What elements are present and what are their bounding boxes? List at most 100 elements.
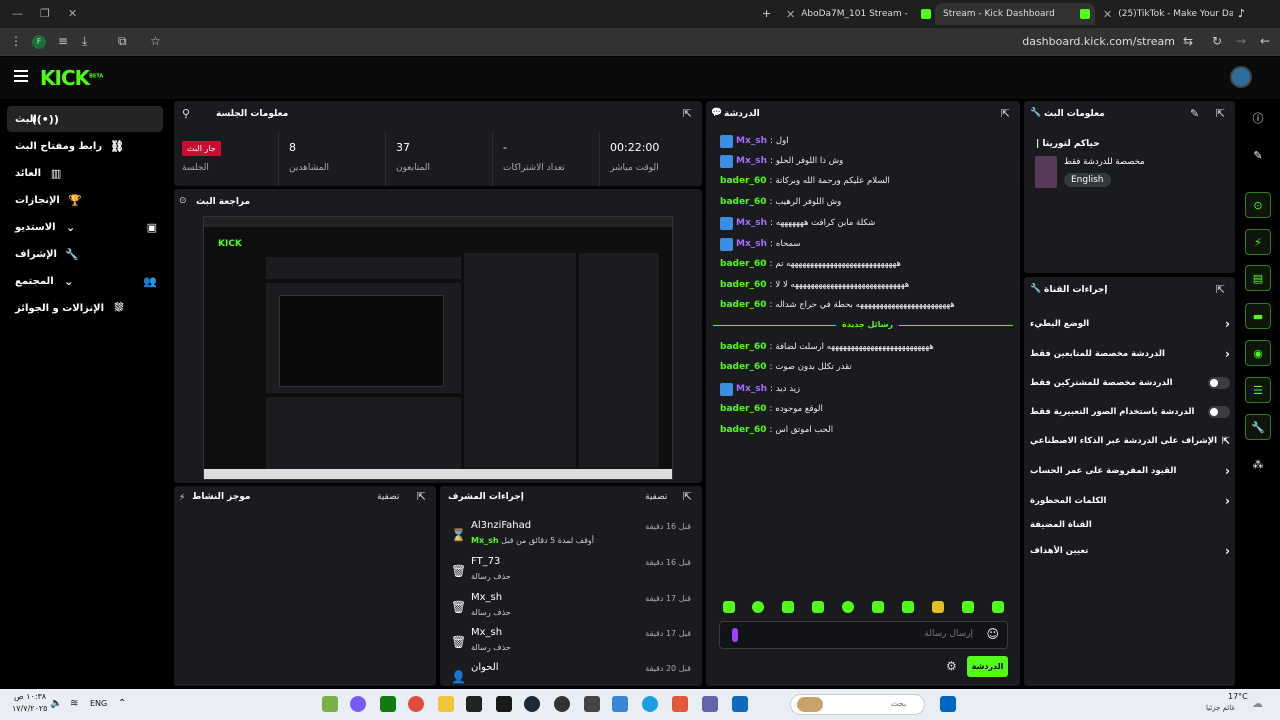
popout-icon[interactable]: ⇱	[417, 490, 426, 503]
edge-icon[interactable]	[642, 696, 658, 712]
entry-moderator[interactable]: Mx_sh	[471, 536, 499, 545]
chat-username[interactable]: bader_60	[720, 176, 767, 186]
add-widget-icon[interactable]: ⁂	[1245, 451, 1271, 477]
chat-username[interactable]: bader_60	[720, 300, 767, 310]
tab-search-icon[interactable]: ≡	[58, 34, 68, 48]
chat-settings-gear-icon[interactable]: ⚙	[946, 659, 957, 673]
close-window-icon[interactable]: ✕	[68, 7, 77, 20]
forward-icon[interactable]: →	[1236, 34, 1246, 48]
emoji-icon[interactable]: ☺	[986, 627, 999, 641]
filter-button[interactable]: تصفية	[645, 492, 667, 502]
toggle-switch[interactable]	[1208, 377, 1230, 389]
sidebar-item-studio[interactable]: ⌄ الاستديو ▣	[7, 214, 163, 240]
emote-icon[interactable]	[962, 601, 974, 613]
chat-panel-toggle-icon[interactable]: ▬	[1245, 303, 1271, 329]
epic-games-icon[interactable]	[466, 696, 482, 712]
chat-username[interactable]: bader_60	[720, 425, 767, 435]
chat-username[interactable]: bader_60	[720, 404, 767, 414]
popout-icon[interactable]: ⇱	[683, 490, 692, 503]
popout-icon[interactable]: ⇱	[1216, 107, 1225, 120]
chrome-icon[interactable]	[408, 696, 424, 712]
mic-icon[interactable]	[732, 628, 738, 642]
taskbar-app-icon[interactable]	[322, 696, 338, 712]
chat-username[interactable]: Mx_sh	[736, 239, 767, 249]
sidebar-item-drops[interactable]: ⛆ الإنزالات و الجوائز	[7, 295, 163, 321]
tab-watch[interactable]: ✕ AboDa7M_101 Stream - Watch	[786, 3, 911, 25]
bookmark-star-icon[interactable]: ☆	[150, 34, 161, 48]
preview-panel-toggle-icon[interactable]: ⊙	[1245, 192, 1271, 218]
emote-icon[interactable]	[872, 601, 884, 613]
weather-status[interactable]: غائم جزئيا	[1206, 704, 1235, 712]
emote-icon[interactable]	[842, 601, 854, 613]
language-indicator[interactable]: ENG	[90, 699, 107, 708]
wrench-panel-toggle-icon[interactable]: 🔧	[1245, 414, 1271, 440]
sidebar-item-revenue[interactable]: ▥ العائد	[7, 160, 163, 186]
entry-user[interactable]: الحوان	[471, 662, 499, 673]
sidebar-item-achievements[interactable]: 🏆 الإنجازات	[7, 187, 163, 213]
weather-temp[interactable]: 17°C	[1228, 692, 1248, 701]
store-icon[interactable]	[612, 696, 628, 712]
emote-icon[interactable]	[932, 601, 944, 613]
channel-action-ai-moderation[interactable]: الإشراف على الدردشة عبر الذكاء الاصطناعي…	[1030, 428, 1230, 454]
channel-action-followers-only[interactable]: الدردشة مخصصة للمتابعين فقط ›	[1030, 341, 1230, 367]
download-icon[interactable]: ⤓	[82, 34, 87, 49]
chat-username[interactable]: Mx_sh	[736, 136, 767, 146]
edit-icon[interactable]: ✎	[1245, 142, 1271, 168]
entry-user[interactable]: Mx_sh	[471, 592, 502, 603]
discord-icon[interactable]	[350, 696, 366, 712]
category-thumbnail[interactable]	[1035, 156, 1057, 188]
send-chat-button[interactable]: الدردشة	[967, 656, 1008, 677]
info-icon[interactable]: ⓘ	[1245, 105, 1271, 131]
clock-date[interactable]: ١٧/٧/٢٠٢٥	[12, 704, 47, 713]
close-tab-icon[interactable]: ✕	[786, 8, 795, 21]
file-explorer-icon[interactable]	[438, 696, 454, 712]
channel-action-set-goals[interactable]: تعيين الأهداف ›	[1030, 538, 1230, 564]
notes-panel-toggle-icon[interactable]: ▤	[1245, 265, 1271, 291]
chat-username[interactable]: bader_60	[720, 280, 767, 290]
site-settings-icon[interactable]: ⇆	[1183, 34, 1193, 48]
obs-icon[interactable]	[554, 696, 570, 712]
restore-icon[interactable]: ❐	[40, 7, 50, 20]
chat-username[interactable]: bader_60	[720, 342, 767, 352]
popout-icon[interactable]: ⇱	[1001, 107, 1010, 120]
reload-icon[interactable]: ↻	[1212, 34, 1222, 48]
channel-action-banned-words[interactable]: الكلمات المحظورة ›	[1030, 488, 1230, 514]
volume-icon[interactable]: 🔈	[50, 698, 62, 709]
url-field[interactable]: dashboard.kick.com/stream	[1022, 35, 1175, 48]
edit-pencil-icon[interactable]: ✎	[1190, 107, 1199, 120]
taskbar-app-icon[interactable]	[584, 696, 600, 712]
clock-time[interactable]: ١٠:٣٨ ص	[14, 692, 46, 701]
new-tab-icon[interactable]: +	[762, 7, 771, 20]
steam-icon[interactable]	[524, 696, 540, 712]
user-avatar[interactable]	[1230, 66, 1252, 88]
activity-panel-toggle-icon[interactable]: ⚡	[1245, 229, 1271, 255]
back-icon[interactable]: ←	[1260, 34, 1270, 48]
sidebar-item-live[interactable]: ((•)) البث	[7, 106, 163, 132]
kick-logo[interactable]: KICKBETA	[40, 66, 103, 90]
chat-username[interactable]: Mx_sh	[736, 156, 767, 166]
chat-username[interactable]: Mx_sh	[736, 218, 767, 228]
chat-username[interactable]: bader_60	[720, 259, 767, 269]
popout-icon[interactable]: ⇱	[683, 107, 692, 120]
sidebar-item-moderation[interactable]: 🔧 الإشراف	[7, 241, 163, 267]
outlook-icon[interactable]	[732, 696, 748, 712]
language-tag[interactable]: English	[1064, 173, 1111, 187]
entry-user[interactable]: Mx_sh	[471, 627, 502, 638]
emote-icon[interactable]	[902, 601, 914, 613]
stream-preview-video[interactable]: KICK	[203, 216, 673, 480]
emote-icon[interactable]	[992, 601, 1004, 613]
menu-dots-icon[interactable]: ⋮	[10, 34, 22, 48]
chat-username[interactable]: bader_60	[720, 197, 767, 207]
extensions-icon[interactable]: ⧉	[118, 34, 127, 49]
live-panel-toggle-icon[interactable]: ◉	[1245, 340, 1271, 366]
nvidia-icon[interactable]	[496, 696, 512, 712]
hamburger-menu-icon[interactable]	[14, 70, 28, 82]
popout-icon[interactable]: ⇱	[1216, 283, 1225, 296]
minimize-icon[interactable]: —	[12, 7, 23, 20]
chat-username[interactable]: bader_60	[720, 362, 767, 372]
start-windows-icon[interactable]	[940, 696, 956, 712]
mod-panel-toggle-icon[interactable]: ☰	[1245, 377, 1271, 403]
tab-dashboard[interactable]: Stream - Kick Dashboard	[935, 3, 1095, 25]
chat-username[interactable]: Mx_sh	[736, 384, 767, 394]
teams-icon[interactable]	[702, 696, 718, 712]
